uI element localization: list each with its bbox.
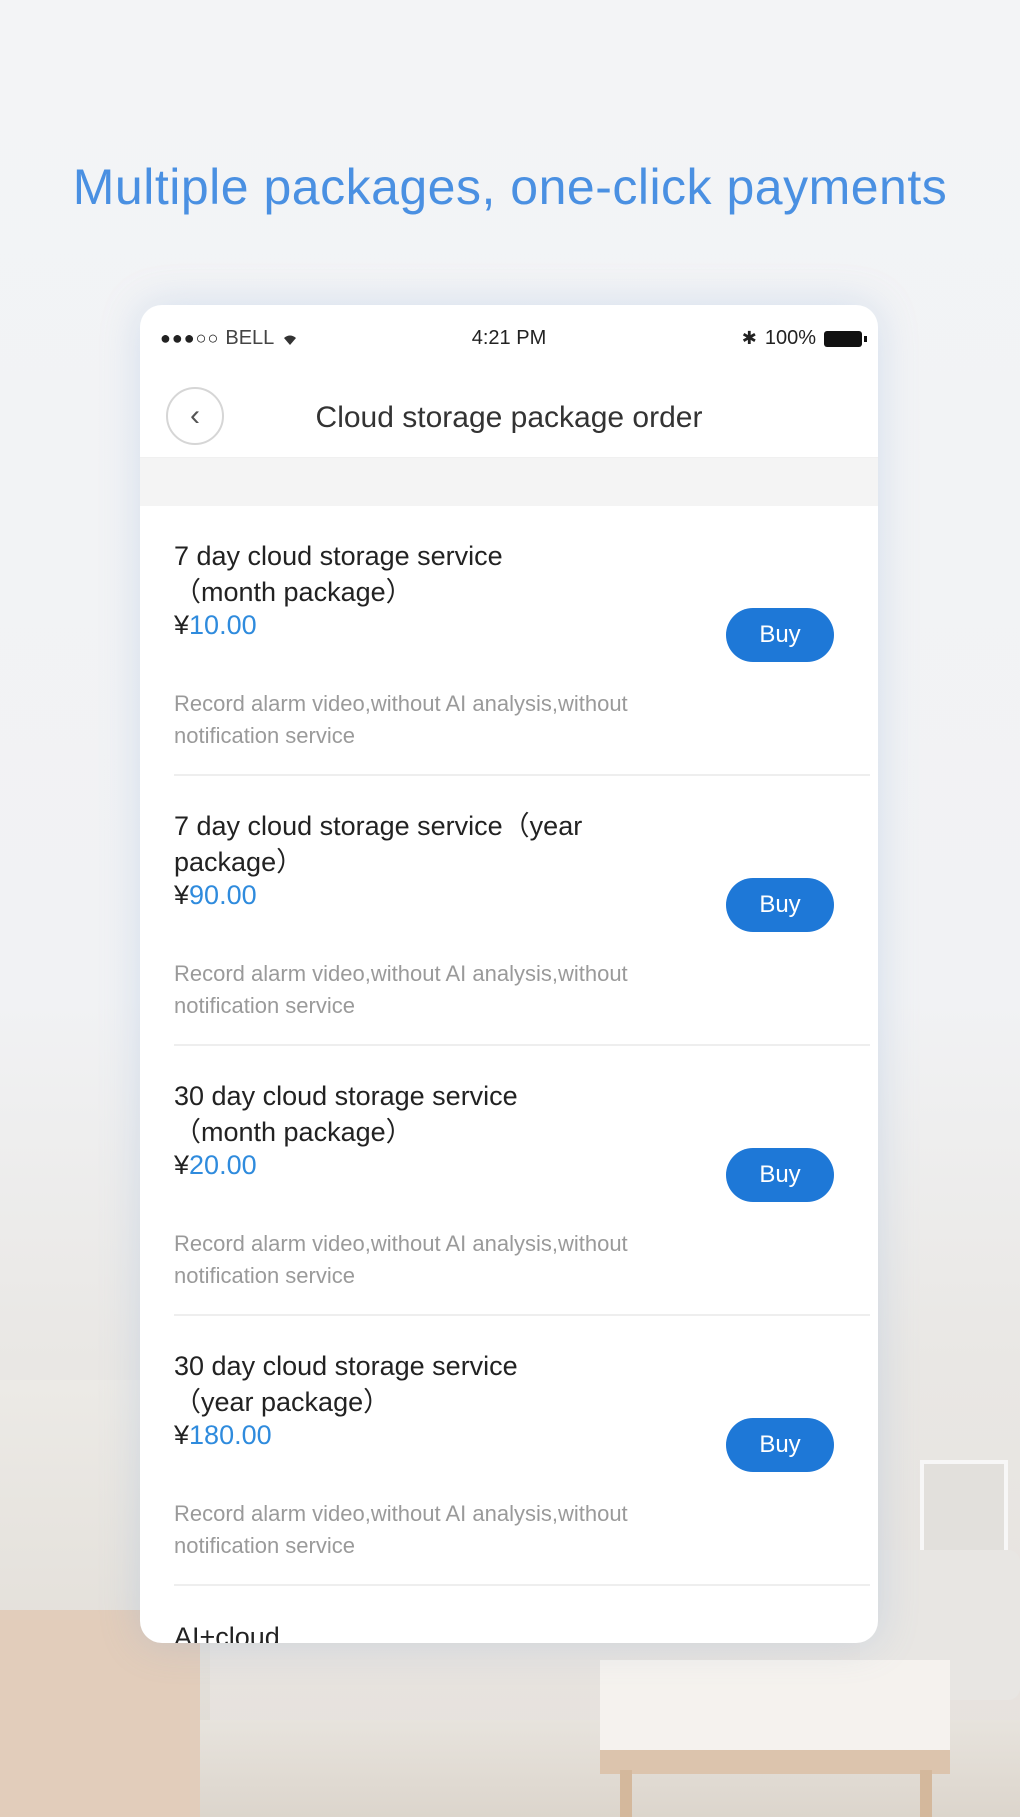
price-amount: 10.00 [189,610,257,640]
package-description: Record alarm video,without AI analysis,w… [174,691,628,748]
package-description: Record alarm video,without AI analysis,w… [174,961,628,1018]
package-description: Record alarm video,without AI analysis,w… [174,1501,628,1558]
status-right: ✱ 100% [741,327,867,350]
package-title: 30 day cloud storage service（year packag… [174,1351,518,1417]
phone-frame: ●●●○○ BELL 4:21 PM ✱ 100% ‹ Cloud storag… [140,305,878,1643]
currency-symbol: ¥ [174,1150,190,1180]
buy-button[interactable]: Buy [726,878,834,932]
bluetooth-icon: ✱ [741,328,757,348]
package-title: 7 day cloud storage service（year package… [174,811,583,877]
package-title: 30 day cloud storage service（month packa… [174,1081,518,1147]
package-item: 7 day cloud storage service（year package… [174,776,870,1046]
package-title: 7 day cloud storage service（month packag… [174,541,503,607]
currency-symbol: ¥ [174,880,190,910]
price-amount: 20.00 [189,1150,257,1180]
price-amount: 180.00 [189,1420,272,1450]
section-divider [140,458,878,506]
currency-symbol: ¥ [174,610,190,640]
battery-percent: 100% [764,327,816,349]
package-description: Record alarm video,without AI analysis,w… [174,1231,628,1288]
nav-bar: ‹ Cloud storage package order [140,375,878,458]
package-item: 7 day cloud storage service（month packag… [174,506,870,776]
package-item-partial[interactable]: AI+cloud [174,1586,870,1643]
package-price: ¥20.00 [174,1150,257,1181]
buy-button[interactable]: Buy [726,1148,834,1202]
package-item: 30 day cloud storage service（month packa… [174,1046,870,1316]
package-list: 7 day cloud storage service（month packag… [140,506,878,1643]
price-amount: 90.00 [189,880,257,910]
buy-button[interactable]: Buy [726,608,834,662]
coffee-table [600,1660,950,1774]
table-leg [920,1770,932,1817]
package-item: 30 day cloud storage service（year packag… [174,1316,870,1586]
package-title: AI+cloud [174,1622,280,1643]
currency-symbol: ¥ [174,1420,190,1450]
battery-icon [824,330,867,347]
package-price: ¥90.00 [174,880,257,911]
package-price: ¥180.00 [174,1420,272,1451]
buy-button[interactable]: Buy [726,1418,834,1472]
package-price: ¥10.00 [174,610,257,641]
table-leg [620,1770,632,1817]
page-title: Cloud storage package order [315,401,703,434]
status-bar: ●●●○○ BELL 4:21 PM ✱ 100% [140,305,878,375]
page-headline: Multiple packages, one-click payments [72,159,948,215]
